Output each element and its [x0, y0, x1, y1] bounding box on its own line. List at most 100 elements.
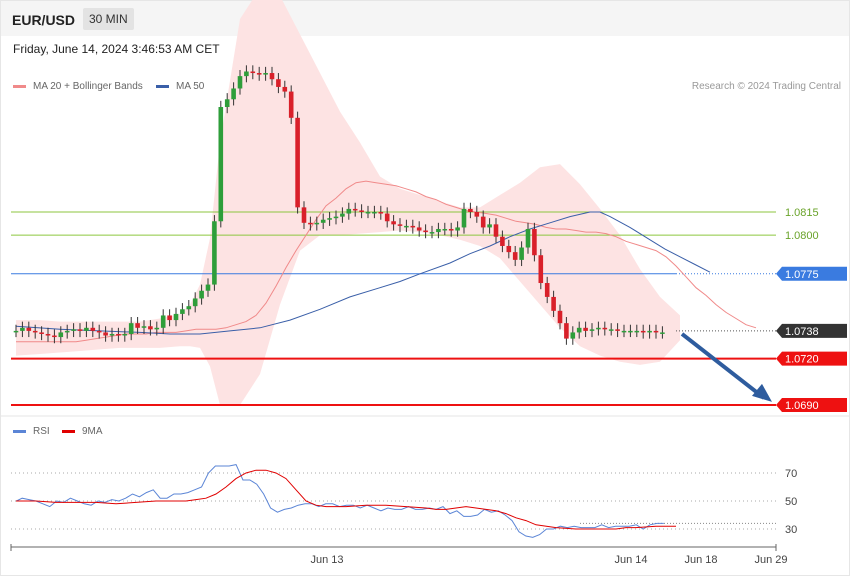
candle-body [436, 228, 441, 233]
candle-body [333, 216, 339, 219]
level-label-5: 1.0690 [785, 400, 819, 412]
candle-body [442, 228, 448, 231]
candle-body [608, 329, 614, 331]
candle-body [26, 327, 32, 331]
candle-body [141, 326, 147, 328]
candle-body [218, 107, 224, 222]
candle-body [45, 333, 51, 336]
rsi-ma9-line [16, 469, 676, 530]
candle-body [506, 245, 512, 253]
candle-body [532, 228, 537, 256]
candle-body [628, 330, 633, 333]
candle-body [416, 227, 422, 231]
rsi-panel: 70 50 30 [11, 464, 797, 538]
candle-body [167, 315, 172, 321]
candle-body [352, 208, 358, 211]
candle-body [295, 117, 300, 208]
candle-body [77, 329, 83, 331]
candle-body [122, 333, 128, 336]
forecast-arrow-shaft [680, 332, 766, 400]
candle-body [13, 330, 19, 333]
candle-body [359, 210, 364, 212]
candle-body [621, 330, 627, 333]
candle-body [410, 225, 416, 228]
candle-body [288, 91, 294, 118]
x-tick-label: Jun 18 [684, 554, 717, 566]
candle-body [276, 79, 281, 87]
candle-body [327, 218, 332, 220]
rsi-line [16, 464, 664, 538]
rsi-tick-label: 70 [785, 468, 797, 480]
level-label-3: 1.0738 [785, 326, 819, 338]
candle-body [448, 228, 454, 231]
candle-body [493, 224, 499, 237]
candle-body [135, 323, 140, 328]
candle-body [64, 330, 70, 333]
candle-body [583, 327, 588, 331]
candle-body [461, 208, 467, 228]
candle-body [58, 332, 64, 338]
candle-body [640, 330, 646, 333]
rsi-tick-label: 50 [785, 496, 797, 508]
candle-body [557, 310, 563, 324]
candle-body [423, 230, 428, 233]
candle-body [20, 327, 25, 331]
candle-body [384, 213, 390, 222]
candle-body [538, 255, 544, 284]
candle-body [186, 306, 192, 310]
forecast-arrow-head [752, 383, 772, 402]
candle-body [525, 228, 531, 248]
forecast-arrow [680, 332, 772, 402]
candle-body [269, 73, 275, 80]
candle-body [308, 222, 313, 225]
candle-body [103, 332, 108, 336]
candle-body [372, 212, 377, 214]
candle-body [480, 216, 486, 228]
candle-body [346, 208, 352, 214]
candle-body [564, 323, 569, 339]
candle-body [116, 333, 121, 336]
candle-body [487, 224, 492, 228]
bollinger-bands [16, 0, 680, 405]
candle-body [154, 327, 160, 330]
candle-body [231, 88, 236, 100]
level-label-4: 1.0720 [785, 354, 819, 366]
candle-body [301, 207, 307, 223]
level-label-1: 1.0800 [785, 230, 819, 242]
candle-body [212, 221, 217, 285]
candle-body [180, 309, 185, 314]
x-tick-label: Jun 29 [754, 554, 787, 566]
candle-body [589, 329, 595, 331]
candle-body [52, 335, 57, 338]
candle-body [244, 71, 249, 77]
level-label-2: 1.0775 [785, 269, 819, 281]
candle-body [365, 212, 371, 214]
candle-body [429, 232, 435, 234]
candle-body [615, 329, 620, 331]
candle-body [192, 298, 198, 307]
candle [218, 100, 224, 228]
candle-body [455, 227, 460, 231]
candle-body [39, 332, 44, 334]
candle-body [250, 71, 256, 74]
candle-body [653, 330, 659, 333]
candle-body [32, 330, 38, 333]
x-tick-label: Jun 13 [310, 554, 343, 566]
candle-body [474, 212, 480, 217]
candle-body [378, 212, 384, 214]
candle [295, 111, 300, 214]
bollinger-band-area [16, 0, 680, 405]
candle-body [519, 247, 524, 260]
candle-body [90, 327, 96, 331]
candle-body [71, 329, 76, 331]
candle-body [468, 208, 473, 212]
candle-body [199, 290, 204, 299]
candle-body [570, 332, 576, 339]
x-tick-label: Jun 14 [614, 554, 647, 566]
candle-body [160, 315, 166, 328]
candle-body [576, 327, 582, 333]
candle-body [128, 323, 134, 334]
candle-body [224, 99, 230, 108]
candle-body [634, 330, 640, 333]
candle-body [263, 73, 268, 75]
